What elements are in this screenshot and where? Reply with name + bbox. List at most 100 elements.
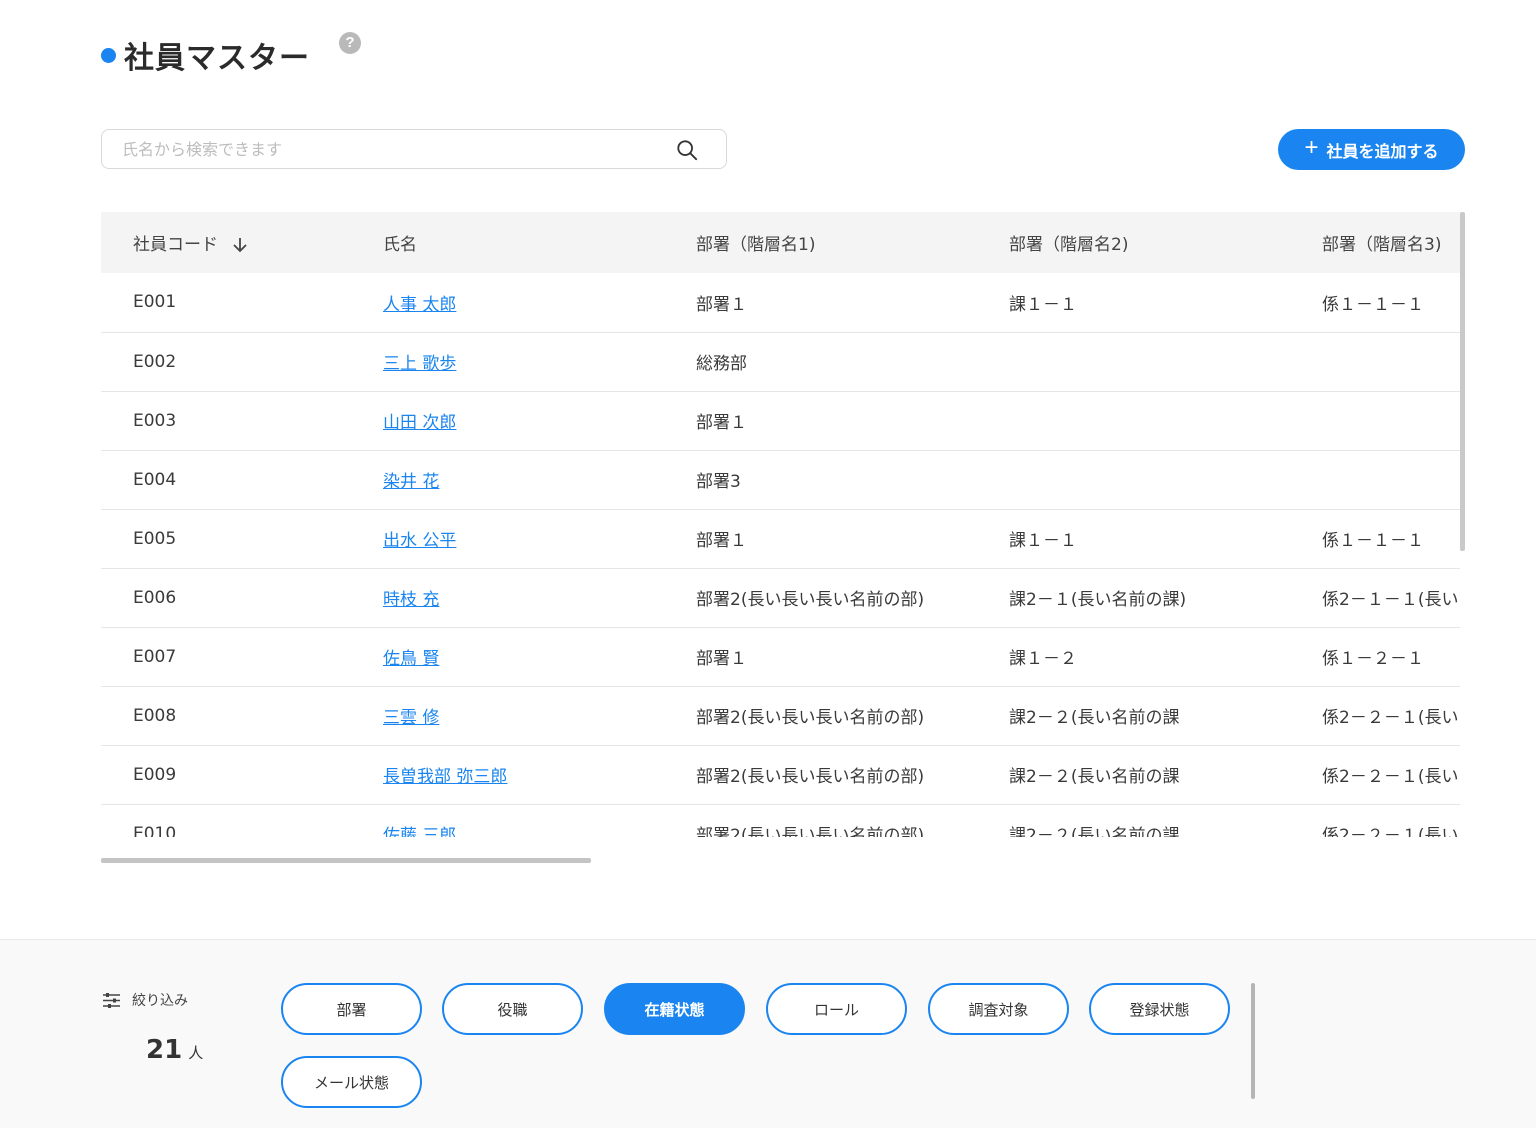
table-body: E001 人事 太郎 部署１ 課１－１ 係１－１－１ E002 三上 歌歩 総務部 E003 山田… bbox=[101, 273, 1460, 837]
employee-name-link[interactable]: 佐鳥 賢 bbox=[383, 649, 439, 669]
employee-name-link[interactable]: 人事 太郎 bbox=[383, 295, 456, 315]
department-level3-text: 係2－２－１(長い bbox=[1322, 826, 1459, 837]
employee-code-cell: E005 bbox=[101, 509, 351, 568]
employee-code-text: E005 bbox=[133, 528, 177, 549]
department-level1-text: 部署2(長い長い長い名前の部) bbox=[696, 767, 925, 787]
table-row: E002 三上 歌歩 総務部 bbox=[101, 332, 1460, 391]
employee-code-cell: E006 bbox=[101, 568, 351, 627]
employee-code-cell: E008 bbox=[101, 686, 351, 745]
department-level1-text: 部署2(長い長い長い名前の部) bbox=[696, 590, 925, 610]
employee-name-cell[interactable]: 時枝 充 bbox=[351, 568, 664, 627]
page-title: 社員マスター bbox=[124, 41, 310, 76]
table-row: E005 出水 公平 部署１ 課１－１ 係１－１－１ bbox=[101, 509, 1460, 568]
search-input[interactable] bbox=[122, 130, 662, 168]
question-mark-icon[interactable]: ? bbox=[339, 32, 361, 54]
employee-code-cell: E002 bbox=[101, 332, 351, 391]
department-level3-cell: 係１－１－１ bbox=[1290, 509, 1460, 568]
employee-name-cell[interactable]: 山田 次郎 bbox=[351, 391, 664, 450]
employee-name-cell[interactable]: 三雲 修 bbox=[351, 686, 664, 745]
search-box[interactable] bbox=[101, 129, 727, 169]
employee-name-cell[interactable]: 佐鳥 賢 bbox=[351, 627, 664, 686]
department-level3-text: 係2－１－１(長い bbox=[1322, 590, 1459, 610]
department-level2-cell bbox=[977, 450, 1290, 509]
sort-down-arrow-icon[interactable] bbox=[231, 236, 249, 254]
table-row: E001 人事 太郎 部署１ 課１－１ 係１－１－１ bbox=[101, 273, 1460, 332]
column-header-name[interactable]: 氏名 bbox=[351, 212, 664, 273]
employee-code-text: E003 bbox=[133, 410, 177, 431]
table-row: E008 三雲 修 部署2(長い長い長い名前の部) 課2－２(長い名前の課 係2－２－１… bbox=[101, 686, 1460, 745]
filter-scrollbar[interactable] bbox=[1251, 983, 1255, 1099]
department-level1-cell: 部署2(長い長い長い名前の部) bbox=[664, 686, 977, 745]
column-header-dept1[interactable]: 部署（階層名1) bbox=[664, 212, 977, 273]
department-level3-cell bbox=[1290, 332, 1460, 391]
filter-chip-mail-status[interactable]: メール状態 bbox=[281, 1056, 422, 1108]
department-level2-cell: 課2－１(長い名前の課) bbox=[977, 568, 1290, 627]
department-level1-cell: 部署2(長い長い長い名前の部) bbox=[664, 745, 977, 804]
column-header-code[interactable]: 社員コード bbox=[101, 212, 351, 273]
employee-name-link[interactable]: 三雲 修 bbox=[383, 708, 439, 728]
filter-chip-survey-target[interactable]: 調査対象 bbox=[928, 983, 1069, 1035]
employee-name-link[interactable]: 時枝 充 bbox=[383, 590, 439, 610]
search-icon[interactable] bbox=[676, 139, 698, 161]
table-row: E010 佐藤 三郎 部署2(長い長い長い名前の部) 課2－２(長い名前の課 係2－２－… bbox=[101, 804, 1460, 837]
employee-name-cell[interactable]: 三上 歌歩 bbox=[351, 332, 664, 391]
employee-name-link[interactable]: 染井 花 bbox=[383, 472, 439, 492]
department-level3-cell: 係2－２－１(長い bbox=[1290, 804, 1460, 837]
department-level2-cell bbox=[977, 391, 1290, 450]
filter-chip-employment-status[interactable]: 在籍状態 bbox=[604, 983, 745, 1035]
result-count-unit: 人 bbox=[188, 1044, 204, 1062]
employee-code-cell: E003 bbox=[101, 391, 351, 450]
horizontal-scrollbar[interactable] bbox=[101, 858, 591, 863]
department-level1-cell: 総務部 bbox=[664, 332, 977, 391]
filter-chip-department[interactable]: 部署 bbox=[281, 983, 422, 1035]
employee-name-link[interactable]: 長曽我部 弥三郎 bbox=[383, 767, 507, 787]
department-level1-cell: 部署１ bbox=[664, 509, 977, 568]
filter-chip-role[interactable]: ロール bbox=[766, 983, 907, 1035]
department-level1-cell: 部署3 bbox=[664, 450, 977, 509]
department-level3-text: 係2－２－１(長い bbox=[1322, 708, 1459, 728]
employee-code-text: E007 bbox=[133, 646, 177, 667]
department-level3-text: 係2－２－１(長い bbox=[1322, 767, 1459, 787]
table-row: E009 長曽我部 弥三郎 部署2(長い長い長い名前の部) 課2－２(長い名前の課 係2… bbox=[101, 745, 1460, 804]
employee-name-cell[interactable]: 染井 花 bbox=[351, 450, 664, 509]
employee-code-cell: E009 bbox=[101, 745, 351, 804]
employee-code-text: E009 bbox=[133, 764, 177, 785]
add-employee-button[interactable]: + 社員を追加する bbox=[1278, 129, 1465, 170]
department-level1-text: 部署3 bbox=[696, 472, 741, 492]
employee-name-link[interactable]: 山田 次郎 bbox=[383, 413, 456, 433]
department-level2-text: 課2－２(長い名前の課 bbox=[1009, 767, 1180, 787]
employee-name-cell[interactable]: 出水 公平 bbox=[351, 509, 664, 568]
department-level2-cell: 課2－２(長い名前の課 bbox=[977, 745, 1290, 804]
department-level3-text: 係１－１－１ bbox=[1322, 531, 1424, 551]
vertical-scrollbar[interactable] bbox=[1460, 212, 1465, 551]
column-header-dept3[interactable]: 部署（階層名3) bbox=[1290, 212, 1460, 273]
filter-chip-position[interactable]: 役職 bbox=[442, 983, 583, 1035]
department-level1-text: 部署2(長い長い長い名前の部) bbox=[696, 826, 925, 837]
department-level3-text: 係１－２－１ bbox=[1322, 649, 1424, 669]
result-count: 21 人 bbox=[146, 1035, 203, 1065]
department-level3-cell: 係2－１－１(長い bbox=[1290, 568, 1460, 627]
filter-chip-registration-status[interactable]: 登録状態 bbox=[1089, 983, 1230, 1035]
employee-name-cell[interactable]: 人事 太郎 bbox=[351, 273, 664, 332]
department-level3-cell: 係１－２－１ bbox=[1290, 627, 1460, 686]
employee-name-cell[interactable]: 長曽我部 弥三郎 bbox=[351, 745, 664, 804]
department-level2-cell: 課2－２(長い名前の課 bbox=[977, 804, 1290, 837]
employee-name-link[interactable]: 佐藤 三郎 bbox=[383, 826, 456, 837]
department-level3-cell: 係１－１－１ bbox=[1290, 273, 1460, 332]
department-level1-cell: 部署2(長い長い長い名前の部) bbox=[664, 804, 977, 837]
department-level2-text: 課2－２(長い名前の課 bbox=[1009, 708, 1180, 728]
plus-icon: + bbox=[1304, 134, 1319, 161]
department-level1-text: 総務部 bbox=[696, 354, 747, 374]
employee-name-link[interactable]: 出水 公平 bbox=[383, 531, 456, 551]
employee-name-cell[interactable]: 佐藤 三郎 bbox=[351, 804, 664, 837]
department-level1-text: 部署１ bbox=[696, 413, 747, 433]
department-level2-text: 課2－２(長い名前の課 bbox=[1009, 826, 1180, 837]
department-level2-cell: 課１－２ bbox=[977, 627, 1290, 686]
column-header-dept2[interactable]: 部署（階層名2) bbox=[977, 212, 1290, 273]
employee-name-link[interactable]: 三上 歌歩 bbox=[383, 354, 456, 374]
department-level3-cell: 係2－２－１(長い bbox=[1290, 686, 1460, 745]
page-header: 社員マスター bbox=[101, 30, 310, 80]
employee-code-cell: E007 bbox=[101, 627, 351, 686]
department-level2-cell: 課１－１ bbox=[977, 273, 1290, 332]
department-level1-cell: 部署2(長い長い長い名前の部) bbox=[664, 568, 977, 627]
